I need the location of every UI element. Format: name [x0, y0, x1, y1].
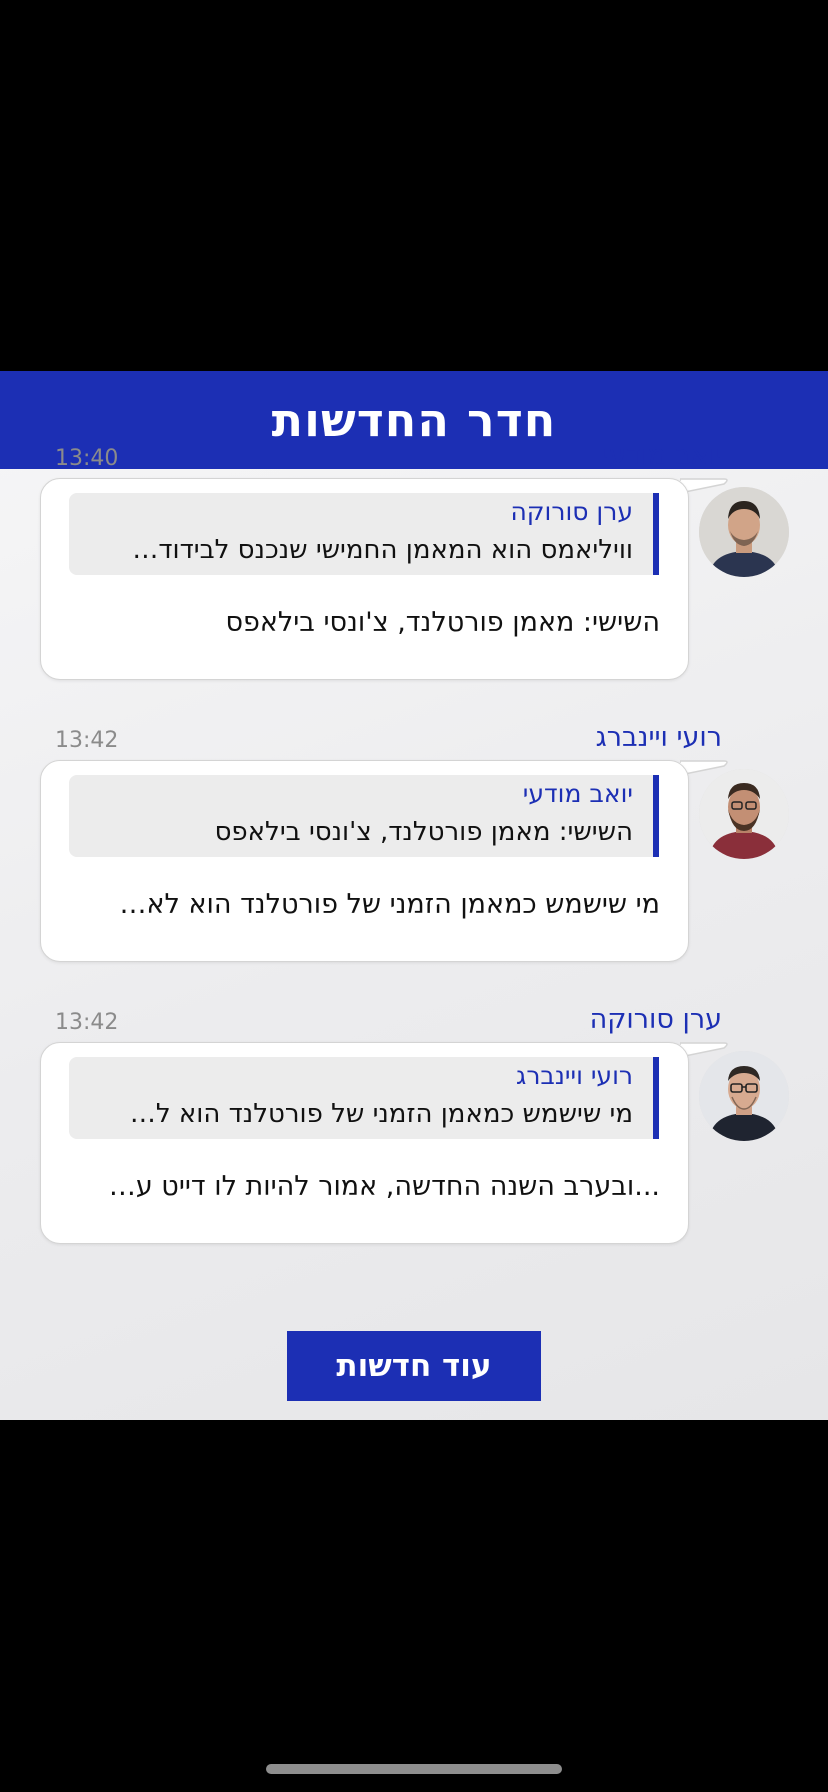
- quote-accent-bar: [653, 493, 659, 575]
- quote-text: וויליאמס הוא המאמן החמישי שנכנס לבידוד…: [132, 535, 633, 565]
- message-text: השישי: מאמן פורטלנד, צ'ונסי בילאפס: [225, 607, 660, 638]
- chat-message[interactable]: רועי ויינברג 13:42 יואב מודעי השישי: מאמ…: [0, 722, 828, 962]
- quote-author: יואב מודעי: [522, 779, 633, 808]
- chat-message[interactable]: יואב מודעי 13:40 ערן סורוקה וויליאמס הוא…: [0, 440, 828, 680]
- more-news-button[interactable]: עוד חדשות: [287, 1331, 541, 1401]
- message-time: 13:40: [55, 446, 119, 471]
- quoted-message[interactable]: ערן סורוקה וויליאמס הוא המאמן החמישי שנכ…: [69, 493, 659, 575]
- chat-message[interactable]: ערן סורוקה 13:42 רועי ויינברג מי שישמש כ…: [0, 1004, 828, 1244]
- message-time: 13:42: [55, 1010, 119, 1035]
- quote-author: רועי ויינברג: [516, 1061, 633, 1090]
- message-time: 13:42: [55, 728, 119, 753]
- message-bubble[interactable]: רועי ויינברג מי שישמש כמאמן הזמני של פור…: [40, 1042, 689, 1244]
- quote-accent-bar: [653, 775, 659, 857]
- quoted-message[interactable]: יואב מודעי השישי: מאמן פורטלנד, צ'ונסי ב…: [69, 775, 659, 857]
- message-author[interactable]: ערן סורוקה: [590, 1004, 722, 1035]
- person-avatar-icon[interactable]: [699, 769, 789, 859]
- quote-text: מי שישמש כמאמן הזמני של פורטלנד הוא ל…: [129, 1099, 633, 1129]
- message-bubble[interactable]: ערן סורוקה וויליאמס הוא המאמן החמישי שנכ…: [40, 478, 689, 680]
- message-text: ...ובערב השנה החדשה, אמור להיות לו דייט …: [108, 1171, 660, 1202]
- home-indicator[interactable]: [266, 1764, 562, 1774]
- quote-author: ערן סורוקה: [510, 497, 633, 526]
- newsroom-panel: חדר החדשות יואב מודעי 13:40 ערן סורוקה ו…: [0, 371, 828, 1420]
- quoted-message[interactable]: רועי ויינברג מי שישמש כמאמן הזמני של פור…: [69, 1057, 659, 1139]
- page-title: חדר החדשות: [271, 393, 557, 447]
- message-author[interactable]: יואב מודעי: [603, 440, 722, 471]
- quote-text: השישי: מאמן פורטלנד, צ'ונסי בילאפס: [214, 817, 633, 847]
- message-author[interactable]: רועי ויינברג: [596, 722, 722, 753]
- person-avatar-icon[interactable]: [699, 487, 789, 577]
- quote-accent-bar: [653, 1057, 659, 1139]
- message-bubble[interactable]: יואב מודעי השישי: מאמן פורטלנד, צ'ונסי ב…: [40, 760, 689, 962]
- person-avatar-icon[interactable]: [699, 1051, 789, 1141]
- message-text: מי שישמש כמאמן הזמני של פורטלנד הוא לא…: [119, 889, 660, 920]
